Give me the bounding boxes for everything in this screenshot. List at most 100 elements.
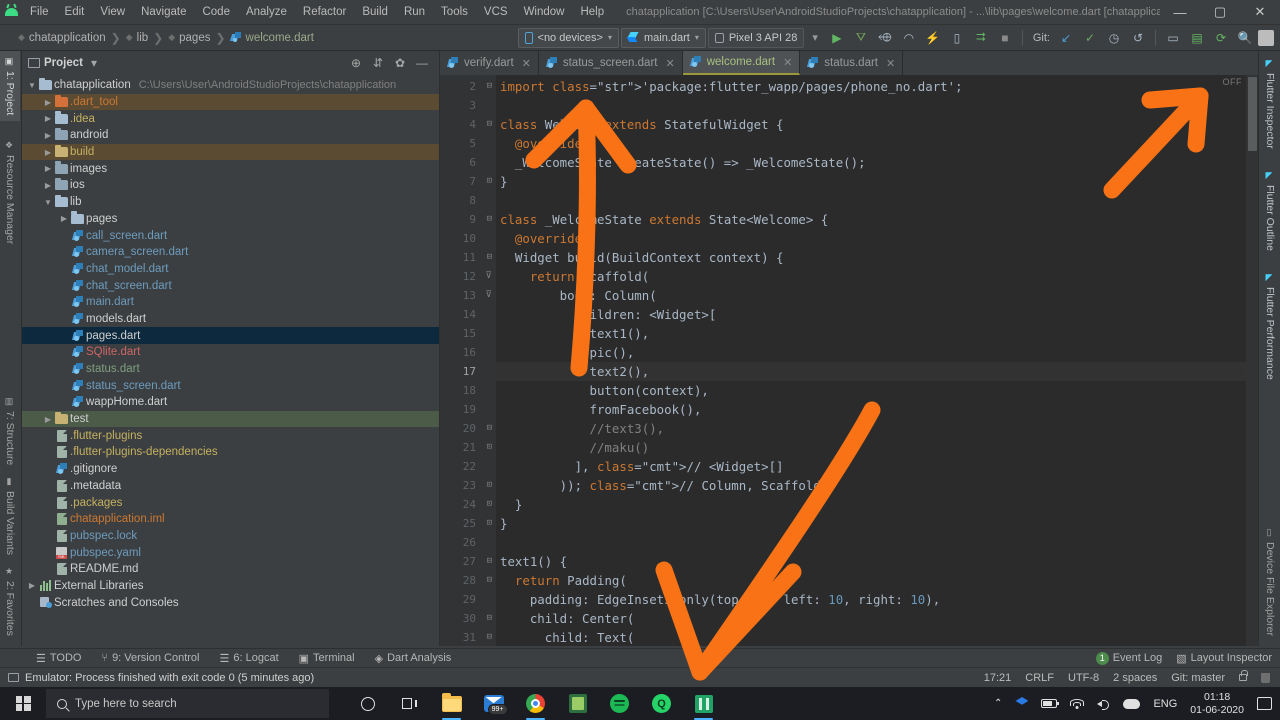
code-fold-icon[interactable]: ⊟ — [483, 82, 492, 91]
whatsapp-icon[interactable]: Q — [649, 691, 674, 716]
code-line[interactable]: } — [496, 495, 1258, 514]
breadcrumb-chatapplication[interactable]: ◆ chatapplication — [16, 32, 108, 44]
menu-refactor[interactable]: Refactor — [295, 3, 354, 21]
code-line[interactable]: class Welcome extends StatefulWidget { — [496, 115, 1258, 134]
menu-view[interactable]: View — [92, 3, 133, 21]
settings-gear-icon[interactable]: ✿ — [393, 56, 407, 70]
close-icon[interactable]: ✕ — [665, 57, 674, 70]
chevron-right-icon[interactable]: ▶ — [42, 148, 54, 157]
menu-run[interactable]: Run — [396, 3, 433, 21]
run-configuration-selector[interactable]: main.dart ▾ — [620, 27, 706, 48]
menu-vcs[interactable]: VCS — [476, 3, 516, 21]
close-icon[interactable]: ✕ — [522, 57, 531, 70]
debug-attach-icon[interactable]: ⬲ — [874, 27, 896, 49]
mail-icon[interactable]: 99+ — [481, 691, 508, 716]
code-line[interactable]: fromFacebook(), — [496, 400, 1258, 419]
code-line[interactable]: text1(), — [496, 324, 1258, 343]
editor-tab-status-dart[interactable]: status.dart ✕ — [800, 51, 904, 75]
history-icon[interactable]: ◷ — [1103, 27, 1125, 49]
hot-reload-icon[interactable]: ⚡ — [922, 27, 944, 49]
code-editor[interactable]: 2 ⊟ 3 4 ⊟ 5 6 7 ⊡ 8 9 ⊟ 10 11 ⊟ 12 ⊽ 13 ⊽ 14 15 16 17 18 19 20 ⊟ 21… — [440, 75, 1258, 646]
code-line[interactable]: @override — [496, 229, 1258, 248]
menu-bar[interactable]: File Edit View Navigate Code Analyze Ref… — [22, 0, 612, 25]
sdk-manager-icon[interactable]: ▤ — [1186, 27, 1208, 49]
close-icon[interactable]: ✕ — [886, 57, 895, 70]
breadcrumb-pages[interactable]: ◆ pages — [166, 32, 212, 44]
code-fold-icon[interactable]: ⊽ — [483, 272, 492, 281]
tree-node-status-screen-dart[interactable]: status_screen.dart — [22, 377, 439, 394]
code-fold-icon[interactable]: ⊟ — [483, 576, 492, 585]
tree-node-chatapplication[interactable]: ▼ chatapplication C:\Users\User\AndroidStu… — [22, 77, 439, 94]
rail-tab-device-file-explorer[interactable]: ▯ Device File Explorer — [1260, 522, 1280, 642]
chevron-right-icon[interactable]: ▶ — [42, 131, 54, 140]
locate-icon[interactable]: ⊕ — [349, 56, 363, 70]
code-fold-icon[interactable]: ⊟ — [483, 253, 492, 262]
commit-icon[interactable]: ✓ — [1079, 27, 1101, 49]
code-line[interactable]: padding: EdgeInsets.only(top: 20, left: … — [496, 590, 1258, 609]
breadcrumb-lib[interactable]: ◆ lib — [124, 32, 150, 44]
layout-inspector-button[interactable]: ▧ Layout Inspector — [1176, 652, 1272, 665]
encoding-indicator[interactable]: UTF-8 — [1068, 672, 1099, 684]
chevron-down-icon[interactable]: ▼ — [42, 198, 54, 207]
tree-node-scratches-and-consoles[interactable]: Scratches and Consoles — [22, 594, 439, 611]
code-fold-icon[interactable]: ⊡ — [483, 519, 492, 528]
tree-node-metadata[interactable]: .metadata — [22, 478, 439, 495]
rail-tab-structure[interactable]: ▥ 7: Structure — [0, 391, 20, 471]
tree-node-readme-md[interactable]: README.md — [22, 561, 439, 578]
menu-edit[interactable]: Edit — [57, 3, 93, 21]
chevron-right-icon[interactable]: ▶ — [42, 415, 54, 424]
code-fold-icon[interactable]: ⊽ — [483, 291, 492, 300]
taskbar-clock[interactable]: 01:18 01-06-2020 — [1190, 691, 1244, 717]
tree-node-idea[interactable]: ▶ .idea — [22, 110, 439, 127]
editor-tab-verify-dart[interactable]: verify.dart ✕ — [440, 51, 539, 75]
indent-indicator[interactable]: 2 spaces — [1113, 672, 1157, 684]
bottom-tab-dart-analysis[interactable]: ◈ Dart Analysis — [365, 652, 462, 665]
battery-icon[interactable] — [1041, 699, 1060, 708]
tree-node-flutter-plugins-dependencies[interactable]: .flutter-plugins-dependencies — [22, 444, 439, 461]
avd-manager-icon[interactable]: ▭ — [1162, 27, 1184, 49]
rail-tab-flutter-outline[interactable]: ◤ Flutter Outline — [1260, 165, 1280, 257]
code-fold-icon[interactable]: ⊡ — [483, 443, 492, 452]
tree-node-pubspec-yaml[interactable]: pubspec.yaml — [22, 544, 439, 561]
code-line[interactable]: button(context), — [496, 381, 1258, 400]
trash-icon[interactable] — [1261, 672, 1270, 683]
tree-node-main-dart[interactable]: main.dart — [22, 294, 439, 311]
code-line[interactable]: //maku() — [496, 438, 1258, 457]
chevron-right-icon[interactable]: ▶ — [42, 181, 54, 190]
tree-node-images[interactable]: ▶ images — [22, 160, 439, 177]
code-line[interactable]: _WelcomeState createState() => _WelcomeS… — [496, 153, 1258, 172]
collapse-all-icon[interactable]: ⇵ — [371, 56, 385, 70]
chevron-down-icon[interactable]: ▾ — [87, 56, 101, 70]
close-icon[interactable]: ✕ — [783, 56, 792, 69]
rail-tab-favorites[interactable]: ★ 2: Favorites — [0, 561, 20, 642]
window-controls[interactable]: — ▢ ✕ — [1160, 0, 1280, 25]
code-line[interactable]: )); class="cmt">// Column, Scaffold — [496, 476, 1258, 495]
spotify-icon[interactable] — [607, 691, 632, 716]
code-fold-icon[interactable]: ⊟ — [483, 424, 492, 433]
tree-node-chatapplication-iml[interactable]: chatapplication.iml — [22, 511, 439, 528]
code-line[interactable]: children: <Widget>[ — [496, 305, 1258, 324]
cortana-icon[interactable] — [355, 691, 380, 716]
menu-build[interactable]: Build — [354, 3, 396, 21]
tree-node-external-libraries[interactable]: ▶ External Libraries — [22, 578, 439, 595]
task-view-icon[interactable] — [397, 691, 422, 716]
debug-icon[interactable]: ⛛ — [850, 27, 872, 49]
bottom-tab-version-control[interactable]: ⑂ 9: Version Control — [91, 652, 209, 664]
editor-tab-welcome-dart[interactable]: welcome.dart ✕ — [682, 51, 801, 75]
chevron-right-icon[interactable]: ▶ — [42, 98, 54, 107]
chevron-right-icon[interactable]: ▶ — [42, 114, 54, 123]
code-line[interactable]: import class="str">'package:flutter_wapp… — [496, 77, 1258, 96]
tree-node-ios[interactable]: ▶ ios — [22, 177, 439, 194]
wifi-icon[interactable] — [1070, 698, 1085, 709]
language-indicator[interactable]: ENG — [1153, 698, 1177, 710]
run-icon[interactable]: ▶ — [826, 27, 848, 49]
project-tree[interactable]: ▼ chatapplication C:\Users\User\AndroidStu… — [22, 75, 439, 646]
show-hidden-icons-icon[interactable]: ⌃ — [994, 698, 1002, 709]
tree-node-models-dart[interactable]: models.dart — [22, 311, 439, 328]
minimize-button[interactable]: — — [1160, 0, 1200, 25]
rail-tab-flutter-performance[interactable]: ◤ Flutter Performance — [1260, 267, 1280, 386]
code-line[interactable]: return Scaffold( — [496, 267, 1258, 286]
taskbar-app-icons[interactable]: 99+ Q — [329, 691, 716, 720]
bottom-tab-terminal[interactable]: ▣ Terminal — [289, 652, 365, 665]
line-separator-indicator[interactable]: CRLF — [1025, 672, 1054, 684]
